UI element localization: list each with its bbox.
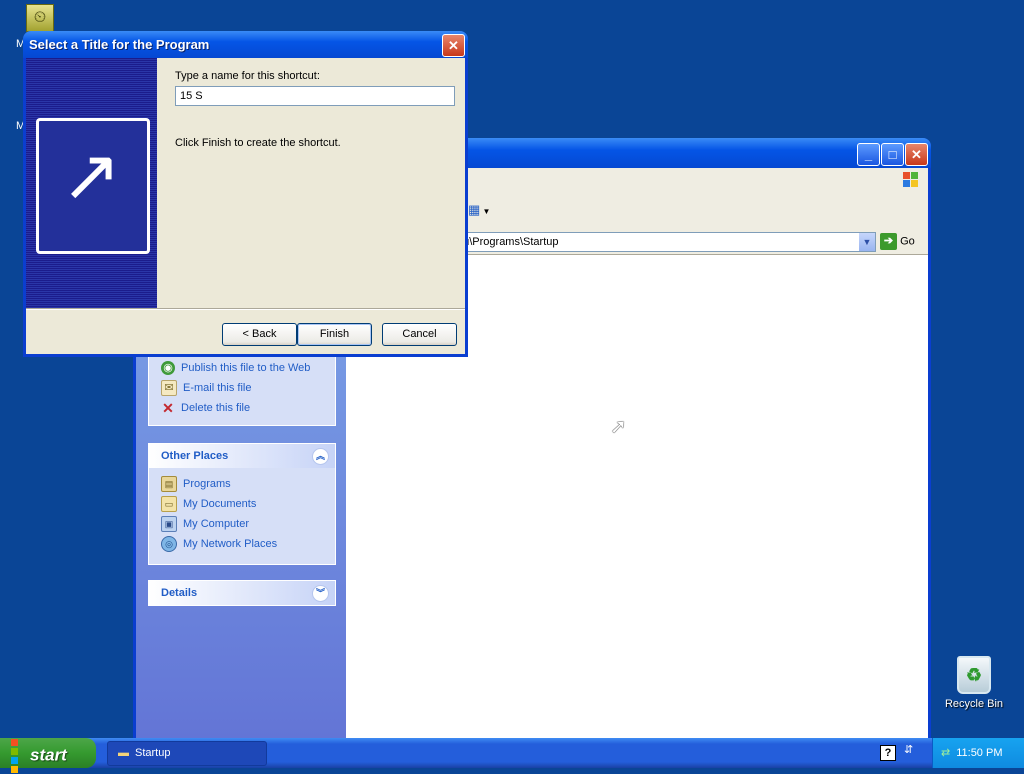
my-documents-icon: ▭ bbox=[161, 496, 177, 513]
go-label: Go bbox=[900, 235, 915, 248]
task-publish-web-label: Publish this file to the Web bbox=[181, 362, 311, 374]
collapse-chevron-icon[interactable]: ︽ bbox=[312, 448, 329, 465]
recycle-bin[interactable]: ♻ Recycle Bin bbox=[940, 656, 1008, 710]
place-programs[interactable]: ▤ Programs bbox=[149, 474, 335, 494]
place-my-computer[interactable]: ▣ My Computer bbox=[149, 514, 335, 534]
place-programs-label: Programs bbox=[183, 478, 231, 490]
place-my-documents-label: My Documents bbox=[183, 498, 257, 510]
minimize-button[interactable]: _ bbox=[857, 143, 880, 166]
cancel-button[interactable]: Cancel bbox=[382, 323, 457, 346]
expand-chevron-icon[interactable]: ︾ bbox=[312, 585, 329, 602]
details-header[interactable]: Details ︾ bbox=[149, 581, 335, 605]
recycle-bin-icon: ♻ bbox=[957, 656, 991, 694]
task-delete-file-label: Delete this file bbox=[181, 402, 251, 414]
views-icon[interactable]: ▦ ▼ bbox=[468, 202, 490, 218]
wizard-title-bar[interactable]: Select a Title for the Program ✕ bbox=[23, 31, 468, 58]
network-places-icon: ◎ bbox=[161, 536, 177, 553]
wizard-dialog: Select a Title for the Program ✕ ↗ Type … bbox=[23, 31, 468, 357]
wizard-close-button[interactable]: ✕ bbox=[442, 34, 465, 57]
globe-icon: ◉ bbox=[161, 361, 175, 376]
safely-remove-tray-icon[interactable]: ⇵ bbox=[904, 743, 913, 756]
finish-instruction: Click Finish to create the shortcut. bbox=[175, 137, 341, 149]
go-arrow-icon: ➔ bbox=[880, 233, 897, 250]
email-icon: ✉ bbox=[161, 380, 177, 397]
taskbar-button-label: Startup bbox=[135, 747, 171, 759]
start-label: start bbox=[30, 745, 67, 765]
address-input[interactable]: nu\Programs\Startup ▼ bbox=[456, 232, 876, 252]
place-network[interactable]: ◎ My Network Places bbox=[149, 534, 335, 554]
back-button[interactable]: < Back bbox=[222, 323, 297, 346]
programs-folder-icon: ▤ bbox=[161, 476, 177, 493]
address-dropdown-icon[interactable]: ▼ bbox=[859, 233, 875, 251]
recycle-bin-label: Recycle Bin bbox=[944, 698, 1004, 710]
other-places-title: Other Places bbox=[161, 450, 229, 462]
delete-icon: ✕ bbox=[162, 400, 174, 417]
maximize-button[interactable]: □ bbox=[881, 143, 904, 166]
finish-button[interactable]: Finish bbox=[297, 323, 372, 346]
windows-logo-icon bbox=[900, 170, 922, 190]
task-publish-web[interactable]: ◉ Publish this file to the Web bbox=[149, 358, 335, 378]
wizard-body: ↗ Type a name for this shortcut: Click F… bbox=[26, 58, 465, 354]
other-places-header[interactable]: Other Places ︽ bbox=[149, 444, 335, 468]
network-tray-icon[interactable]: ⇄ bbox=[941, 747, 950, 759]
task-email-file-label: E-mail this file bbox=[183, 382, 252, 394]
taskbar-button-startup[interactable]: ▬ Startup bbox=[107, 741, 267, 766]
shortcut-name-input[interactable] bbox=[175, 86, 455, 106]
address-value: nu\Programs\Startup bbox=[457, 236, 559, 248]
my-computer-icon: ▣ bbox=[161, 516, 177, 533]
close-button[interactable]: ✕ bbox=[905, 143, 928, 166]
details-box: Details ︾ bbox=[148, 580, 336, 606]
task-email-file[interactable]: ✉ E-mail this file bbox=[149, 378, 335, 398]
folder-icon: ▬ bbox=[118, 747, 129, 759]
wizard-divider bbox=[26, 308, 465, 310]
place-my-documents[interactable]: ▭ My Documents bbox=[149, 494, 335, 514]
windows-flag-icon bbox=[10, 738, 26, 774]
name-prompt-label: Type a name for this shortcut: bbox=[175, 70, 320, 82]
wizard-side-banner: ↗ bbox=[26, 58, 157, 308]
task-delete-file[interactable]: ✕ Delete this file bbox=[149, 398, 335, 418]
shortcut-arrow-icon: ↗ bbox=[36, 118, 150, 254]
clock[interactable]: 11:50 PM bbox=[956, 747, 1002, 759]
start-button[interactable]: start bbox=[0, 738, 96, 773]
file-tasks-box: ◉ Publish this file to the Web ✉ E-mail th… bbox=[148, 355, 336, 426]
help-tray-icon[interactable]: ? bbox=[880, 745, 896, 761]
other-places-box: Other Places ︽ ▤ Programs ▭ My Documents ▣… bbox=[148, 443, 336, 565]
scheduled-task-icon[interactable]: ⏲ bbox=[26, 4, 54, 32]
details-title: Details bbox=[161, 587, 198, 599]
place-my-computer-label: My Computer bbox=[183, 518, 250, 530]
taskbar: start ▬ Startup ? ⇵ ⇄ 11:50 PM bbox=[0, 738, 1024, 773]
place-network-label: My Network Places bbox=[183, 538, 278, 550]
go-button[interactable]: ➔ Go bbox=[880, 233, 915, 250]
system-tray: ⇄ 11:50 PM bbox=[932, 738, 1024, 768]
mouse-cursor-icon: ➚ bbox=[610, 416, 627, 438]
wizard-title: Select a Title for the Program bbox=[29, 37, 210, 52]
